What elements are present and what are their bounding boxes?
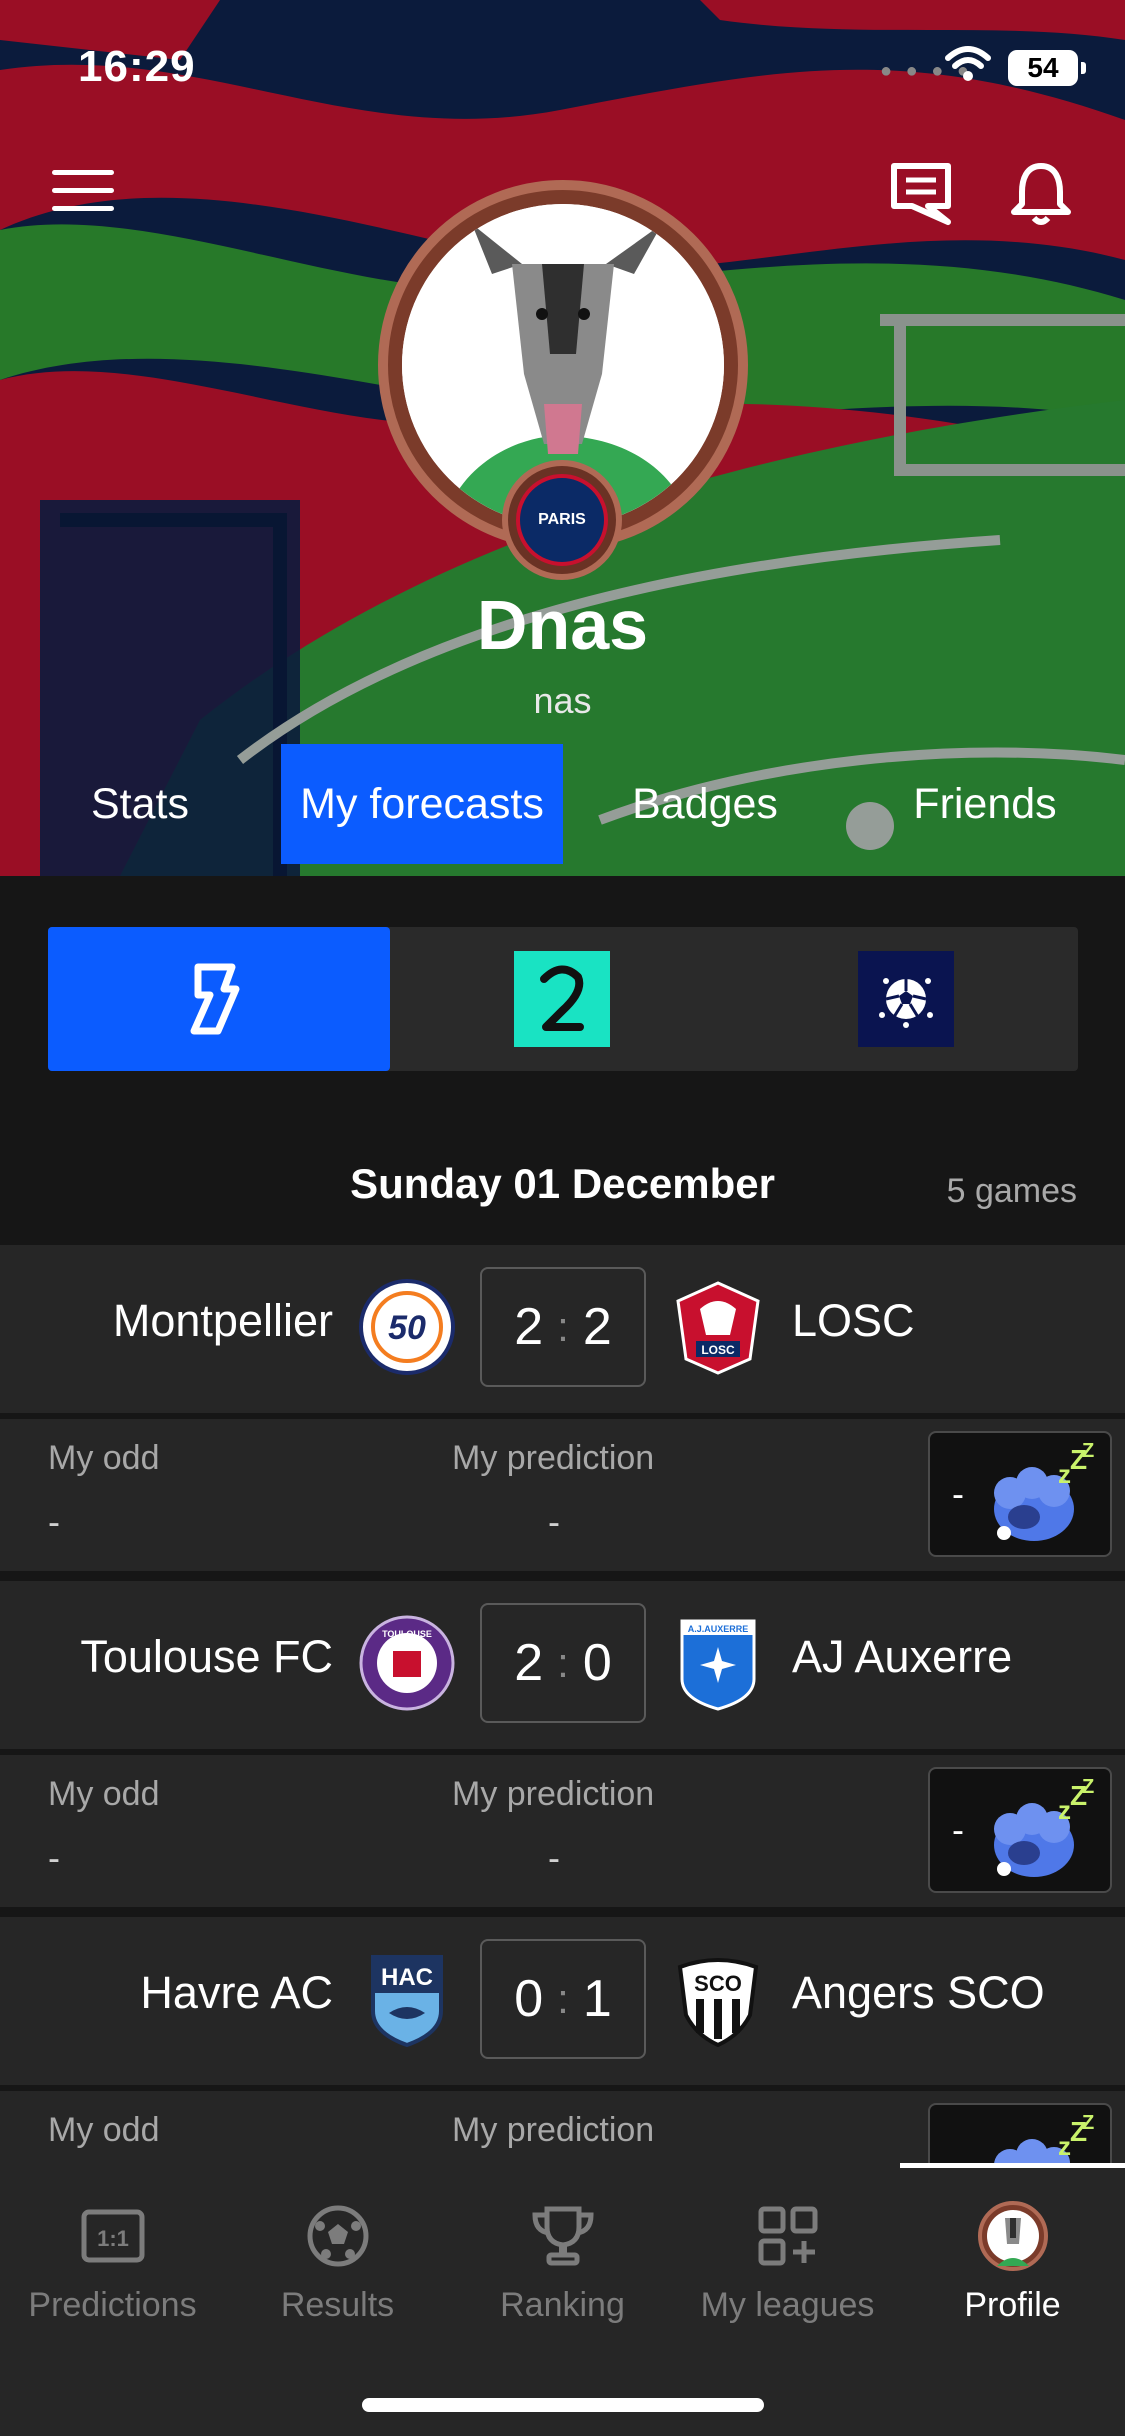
match-score: 0 : 1 — [480, 1939, 646, 2059]
status-time: 16:29 — [78, 42, 196, 91]
tabbar-ranking[interactable]: Ranking — [450, 2198, 675, 2325]
bottom-tab-bar: 1:1 Predictions Results Ranking My leagu… — [0, 2168, 1125, 2436]
prediction-row: My odd - My prediction - - z Z Z — [0, 1755, 1125, 1907]
chat-icon[interactable] — [888, 160, 954, 226]
ligue2-logo-icon — [514, 951, 610, 1047]
home-team-name: Montpellier — [112, 1295, 333, 1346]
grid-plus-icon — [675, 2198, 900, 2274]
tab-badges[interactable]: Badges — [600, 744, 810, 864]
tabbar-label: Profile — [964, 2286, 1061, 2324]
auxerre-crest-text: A.J.AUXERRE — [688, 1624, 749, 1634]
home-indicator — [362, 2398, 764, 2412]
home-score: 0 — [514, 1970, 544, 2028]
profile-handle: nas — [533, 680, 592, 721]
my-odd-value: - — [48, 1837, 60, 1878]
my-odd-value: - — [48, 1501, 60, 1542]
profile-header: 16:29 ● ● ● ● 54 PARIS Dnas nas Stats My… — [0, 0, 1125, 876]
montpellier-crest-text: 50 — [388, 1309, 426, 1347]
trophy-icon — [450, 2198, 675, 2274]
tab-stats[interactable]: Stats — [40, 744, 240, 864]
my-odd-label: My odd — [48, 1439, 160, 1477]
my-prediction-value: - — [548, 1837, 560, 1878]
my-prediction-label: My prediction — [452, 1439, 655, 1477]
profile-tabs: Stats My forecasts Badges Friends — [0, 744, 1125, 864]
match-score: 2 : 2 — [480, 1267, 646, 1387]
away-score: 2 — [582, 1298, 612, 1356]
home-score: 2 — [514, 1634, 544, 1692]
favorite-club-badge: PARIS — [502, 460, 622, 580]
one-to-one-icon: 1:1 — [0, 2198, 225, 2274]
my-prediction-label: My prediction — [452, 1775, 655, 1813]
away-score: 0 — [582, 1634, 612, 1692]
svg-text:Z: Z — [1082, 1779, 1094, 1798]
bell-icon[interactable] — [1010, 160, 1072, 226]
league-option-ligue1[interactable] — [48, 927, 390, 1071]
svg-text:1:1: 1:1 — [97, 2226, 129, 2251]
tabbar-label: Ranking — [500, 2286, 625, 2324]
menu-button[interactable] — [52, 170, 114, 216]
tabbar-label: Predictions — [28, 2286, 197, 2324]
match-row[interactable]: Montpellier 50 2 : 2 LOSC LOSC — [0, 1245, 1125, 1413]
my-prediction-value: - — [548, 1501, 560, 1542]
psg-crest-icon: PARIS — [516, 474, 608, 566]
home-team-name: Toulouse FC — [80, 1631, 333, 1682]
away-team-name: AJ Auxerre — [792, 1631, 1013, 1682]
toulouse-crest-text: TOULOUSE — [382, 1629, 432, 1639]
away-team-name: Angers SCO — [792, 1967, 1045, 2018]
my-odd-label: My odd — [48, 1775, 160, 1813]
angers-sco-crest-icon: SCO — [668, 1949, 768, 2049]
sleeping-sheep-icon: z Z Z — [994, 1443, 1094, 1541]
league-option-champions-league[interactable] — [734, 927, 1078, 1071]
prediction-row: My odd - My prediction - - z Z Z — [0, 1419, 1125, 1571]
profile-name: Dnas — [476, 586, 649, 664]
league-selector — [48, 927, 1078, 1071]
sco-crest-text: SCO — [694, 1971, 742, 1996]
away-team-name: LOSC — [792, 1295, 915, 1346]
match-score: 2 : 0 — [480, 1603, 646, 1723]
hac-crest-text: HAC — [381, 1964, 433, 1991]
status-value: - — [952, 1473, 964, 1514]
away-score: 1 — [582, 1970, 612, 2028]
toulouse-crest-icon: TOULOUSE — [357, 1613, 457, 1713]
tabbar-label: My leagues — [700, 2286, 875, 2324]
football-icon — [225, 2198, 450, 2274]
games-count: 5 games — [946, 1172, 1077, 1210]
losc-crest-text: LOSC — [701, 1343, 735, 1357]
home-score: 2 — [514, 1298, 544, 1356]
tabbar-predictions[interactable]: 1:1 Predictions — [0, 2198, 225, 2325]
match-row[interactable]: Havre AC HAC 0 : 1 SCO Angers SCO — [0, 1917, 1125, 2085]
champions-league-logo-icon — [858, 951, 954, 1047]
auxerre-crest-icon: A.J.AUXERRE — [668, 1613, 768, 1713]
svg-text:Z: Z — [1082, 2115, 1094, 2134]
league-option-ligue2[interactable] — [390, 927, 734, 1071]
battery-indicator: 54 — [1008, 50, 1086, 86]
sleeping-sheep-icon: z Z Z — [994, 1779, 1094, 1877]
match-row[interactable]: Toulouse FC TOULOUSE 2 : 0 A.J.AUXERRE A… — [0, 1581, 1125, 1749]
tab-my-forecasts[interactable]: My forecasts — [281, 744, 563, 864]
no-prediction-status[interactable]: - z Z Z — [928, 1431, 1112, 1557]
tabbar-my-leagues[interactable]: My leagues — [675, 2198, 900, 2325]
home-team-name: Havre AC — [140, 1967, 333, 2018]
wifi-icon — [945, 46, 991, 81]
ligue1-logo-icon — [171, 951, 267, 1047]
tabbar-label: Results — [280, 2286, 395, 2324]
my-prediction-label: My prediction — [452, 2111, 655, 2149]
match-day-header: Sunday 01 December 5 games — [0, 1130, 1125, 1250]
montpellier-crest-icon: 50 — [357, 1277, 457, 1377]
tabbar-profile[interactable]: Profile — [900, 2198, 1125, 2325]
no-prediction-status[interactable]: - z Z Z — [928, 1767, 1112, 1893]
havre-ac-crest-icon: HAC — [357, 1949, 457, 2049]
avatar-icon — [900, 2198, 1125, 2274]
my-odd-label: My odd — [48, 2111, 160, 2149]
status-value: - — [952, 1809, 964, 1850]
svg-text:Z: Z — [1082, 1443, 1094, 1462]
tabbar-results[interactable]: Results — [225, 2198, 450, 2325]
status-bar: 16:29 ● ● ● ● 54 — [0, 0, 1125, 130]
tab-friends[interactable]: Friends — [880, 744, 1090, 864]
losc-crest-icon: LOSC — [668, 1277, 768, 1377]
